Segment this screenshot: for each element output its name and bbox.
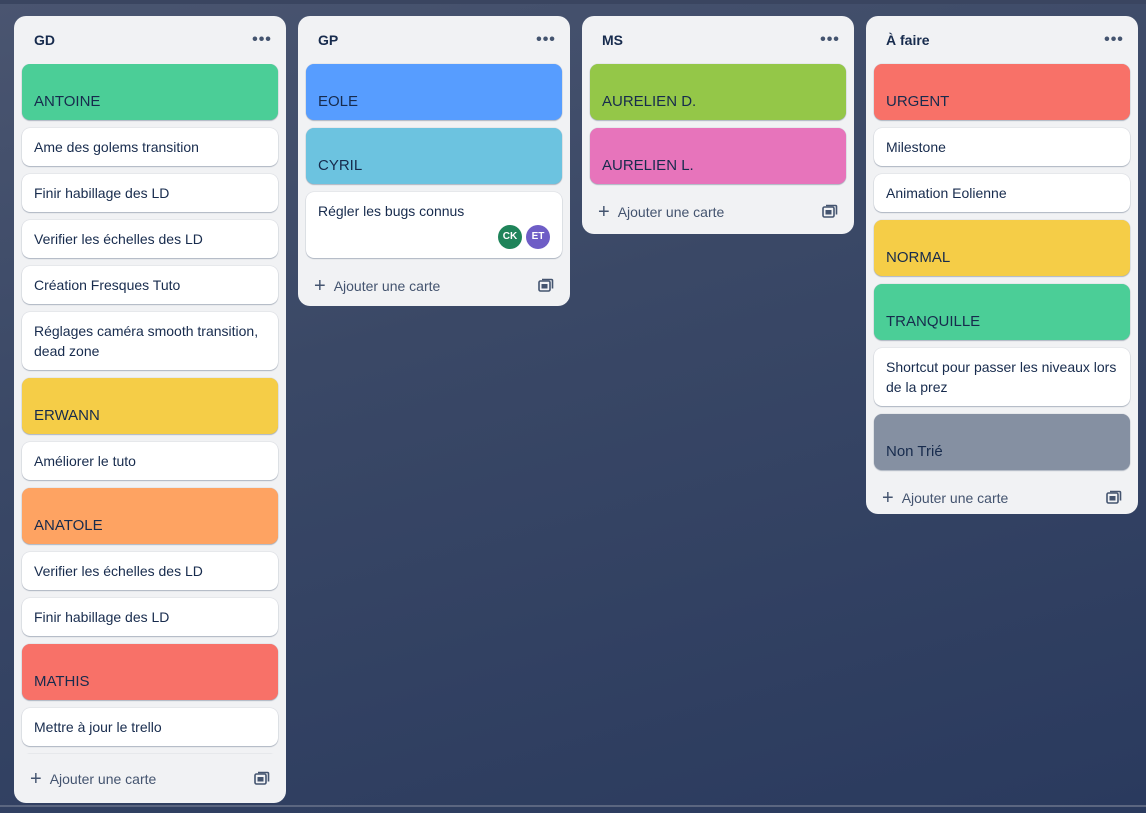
add-card-label: Ajouter une carte: [901, 490, 1009, 506]
task-card[interactable]: Shortcut pour passer les niveaux lors de…: [874, 348, 1130, 406]
plus-icon: +: [30, 768, 42, 790]
label-card[interactable]: EOLE: [306, 64, 562, 120]
card-title: Réglages caméra smooth transition, dead …: [34, 323, 259, 359]
card-template-icon[interactable]: [1106, 490, 1122, 506]
add-card-button[interactable]: + Ajouter une carte: [882, 488, 1008, 508]
card-title: Milestone: [886, 139, 946, 155]
card-title: Finir habillage des LD: [34, 609, 170, 625]
add-card-button[interactable]: + Ajouter une carte: [598, 202, 724, 222]
plus-icon: +: [882, 487, 894, 509]
label-card[interactable]: URGENT: [874, 64, 1130, 120]
more-options-icon[interactable]: •••: [534, 28, 558, 52]
card-title: ANATOLE: [34, 517, 103, 534]
card-title: AURELIEN L.: [602, 157, 694, 174]
task-card[interactable]: Animation Eolienne: [874, 174, 1130, 212]
more-options-icon[interactable]: •••: [818, 28, 842, 52]
card-title: Non Trié: [886, 443, 943, 460]
list-footer: + Ajouter une carte: [298, 266, 570, 306]
card-title: Création Fresques Tuto: [34, 277, 181, 293]
card-container[interactable]: AURELIEN D. AURELIEN L.: [582, 64, 854, 184]
list-title[interactable]: GP: [318, 32, 338, 48]
card-container[interactable]: EOLE CYRIL Régler les bugs connus CK ET: [298, 64, 570, 258]
list-title[interactable]: À faire: [886, 32, 930, 48]
label-card[interactable]: Non Trié: [874, 414, 1130, 470]
card-title: Mettre à jour le trello: [34, 719, 162, 735]
card-title: ERWANN: [34, 407, 100, 424]
member-avatar[interactable]: CK: [498, 225, 522, 249]
label-card[interactable]: AURELIEN L.: [590, 128, 846, 184]
card-title: Finir habillage des LD: [34, 185, 170, 201]
task-card[interactable]: Améliorer le tuto: [22, 442, 278, 480]
more-options-icon[interactable]: •••: [1102, 28, 1126, 52]
card-title: EOLE: [318, 93, 359, 110]
card-title: Améliorer le tuto: [34, 453, 136, 469]
horizontal-scrollbar[interactable]: [0, 805, 1146, 807]
list-header: À faire •••: [866, 16, 1138, 64]
list-footer: + Ajouter une carte: [14, 759, 286, 799]
card-title: Ame des golems transition: [34, 139, 199, 155]
task-card[interactable]: Création Fresques Tuto: [22, 266, 278, 304]
task-card[interactable]: Finir habillage des LD: [22, 598, 278, 636]
label-card[interactable]: ANATOLE: [22, 488, 278, 544]
label-card[interactable]: AURELIEN D.: [590, 64, 846, 120]
card-title: CYRIL: [318, 157, 363, 174]
add-card-label: Ajouter une carte: [49, 771, 157, 787]
list-header: GD •••: [14, 16, 286, 64]
list-ms: MS ••• AURELIEN D. AURELIEN L. + Ajouter …: [582, 16, 854, 234]
list-header: GP •••: [298, 16, 570, 64]
task-card[interactable]: Verifier les échelles des LD: [22, 220, 278, 258]
task-card[interactable]: Milestone: [874, 128, 1130, 166]
card-container[interactable]: URGENT Milestone Animation Eolienne NORMAL T…: [866, 64, 1138, 470]
add-card-label: Ajouter une carte: [617, 204, 725, 220]
card-title: Régler les bugs connus: [318, 203, 465, 219]
label-card[interactable]: CYRIL: [306, 128, 562, 184]
label-card[interactable]: NORMAL: [874, 220, 1130, 276]
task-card[interactable]: Mettre à jour le trello: [22, 708, 278, 746]
label-card[interactable]: TRANQUILLE: [874, 284, 1130, 340]
card-title: Verifier les échelles des LD: [34, 231, 203, 247]
list-gd: GD ••• ANTOINE Ame des golems transition F…: [14, 16, 286, 803]
card-title: URGENT: [886, 93, 950, 110]
add-card-button[interactable]: + Ajouter une carte: [314, 276, 440, 296]
card-template-icon[interactable]: [538, 278, 554, 294]
list-title[interactable]: GD: [34, 32, 55, 48]
card-container[interactable]: ANTOINE Ame des golems transition Finir ha…: [14, 64, 286, 754]
list-gp: GP ••• EOLE CYRIL Régler les bugs connus CK…: [298, 16, 570, 306]
plus-icon: +: [314, 275, 326, 297]
card-template-icon[interactable]: [822, 204, 838, 220]
label-card[interactable]: MATHIS: [22, 644, 278, 700]
list-header: MS •••: [582, 16, 854, 64]
card-title: Shortcut pour passer les niveaux lors de…: [886, 359, 1117, 395]
task-card[interactable]: Verifier les échelles des LD: [22, 552, 278, 590]
list-footer: + Ajouter une carte: [582, 192, 854, 232]
task-card[interactable]: Régler les bugs connus CK ET: [306, 192, 562, 258]
card-title: ANTOINE: [34, 93, 101, 110]
card-members: CK ET: [318, 225, 550, 249]
card-title: AURELIEN D.: [602, 93, 697, 110]
card-title: Animation Eolienne: [886, 185, 1007, 201]
top-border: [0, 0, 1146, 4]
card-title: TRANQUILLE: [886, 313, 981, 330]
label-card[interactable]: ANTOINE: [22, 64, 278, 120]
card-title: MATHIS: [34, 673, 90, 690]
add-card-button[interactable]: + Ajouter une carte: [30, 769, 156, 789]
plus-icon: +: [598, 201, 610, 223]
more-options-icon[interactable]: •••: [250, 28, 274, 52]
task-card[interactable]: Finir habillage des LD: [22, 174, 278, 212]
label-card[interactable]: ERWANN: [22, 378, 278, 434]
task-card[interactable]: Ame des golems transition: [22, 128, 278, 166]
list-title[interactable]: MS: [602, 32, 623, 48]
card-title: NORMAL: [886, 249, 951, 266]
list-footer: + Ajouter une carte: [866, 478, 1138, 514]
task-card[interactable]: Réglages caméra smooth transition, dead …: [22, 312, 278, 370]
card-title: Verifier les échelles des LD: [34, 563, 203, 579]
card-template-icon[interactable]: [254, 771, 270, 787]
list-a-faire: À faire ••• URGENT Milestone Animation Eol…: [866, 16, 1138, 514]
member-avatar[interactable]: ET: [526, 225, 550, 249]
add-card-label: Ajouter une carte: [333, 278, 441, 294]
